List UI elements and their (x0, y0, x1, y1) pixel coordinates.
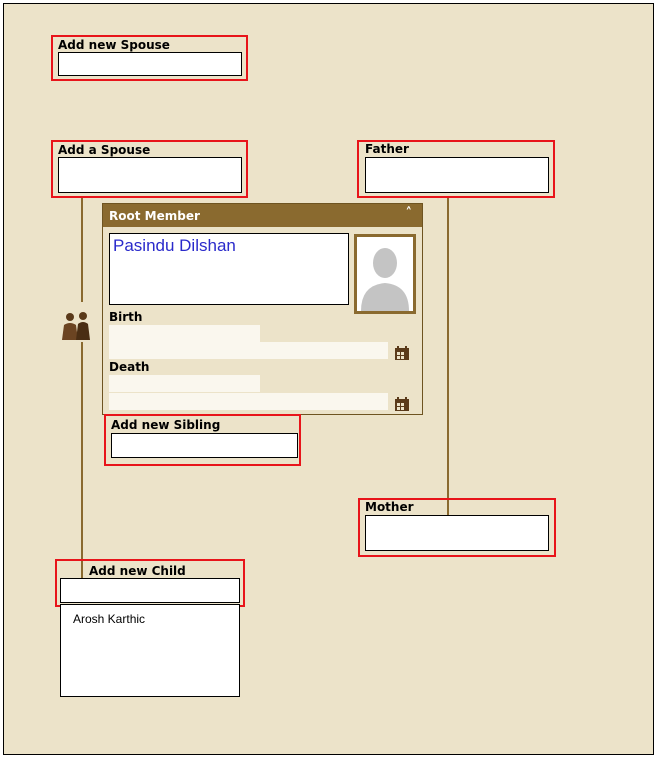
couple-icon[interactable] (58, 311, 94, 341)
birth-label: Birth (109, 310, 143, 324)
death-label: Death (109, 360, 150, 374)
mother-label: Mother (365, 500, 414, 514)
birth-place-field[interactable] (109, 342, 388, 359)
root-member-header: Root Member ˄ (103, 204, 422, 227)
add-a-spouse-label: Add a Spouse (58, 143, 151, 157)
member-name-field[interactable]: Pasindu Dilshan (109, 233, 349, 305)
add-new-child-label: Add new Child (89, 564, 186, 578)
spouse-connector-line-lower (81, 342, 83, 582)
spouse-connector-line (81, 196, 83, 302)
father-field[interactable] (365, 157, 549, 193)
birth-date-field[interactable] (109, 325, 260, 342)
mother-field[interactable] (365, 515, 549, 551)
chevron-up-icon[interactable]: ˄ (406, 206, 413, 221)
children-list: Arosh Karthic (60, 604, 240, 697)
add-a-spouse-field[interactable] (58, 157, 242, 193)
root-member-panel: Root Member ˄ Pasindu Dilshan Birth Deat… (102, 203, 423, 415)
calendar-icon[interactable] (395, 397, 409, 411)
list-item[interactable]: Arosh Karthic (73, 612, 145, 626)
add-new-spouse-label: Add new Spouse (58, 38, 170, 52)
death-place-field[interactable] (109, 393, 388, 410)
parents-connector-line (447, 196, 449, 516)
add-new-sibling-label: Add new Sibling (111, 418, 221, 432)
add-new-sibling-field[interactable] (111, 433, 298, 458)
add-new-spouse-field[interactable] (58, 52, 242, 76)
calendar-icon[interactable] (395, 346, 409, 360)
person-silhouette-icon[interactable] (354, 234, 416, 314)
root-member-title: Root Member (109, 209, 200, 223)
father-label: Father (365, 142, 409, 156)
add-new-child-field[interactable] (60, 578, 240, 603)
death-date-field[interactable] (109, 375, 260, 392)
